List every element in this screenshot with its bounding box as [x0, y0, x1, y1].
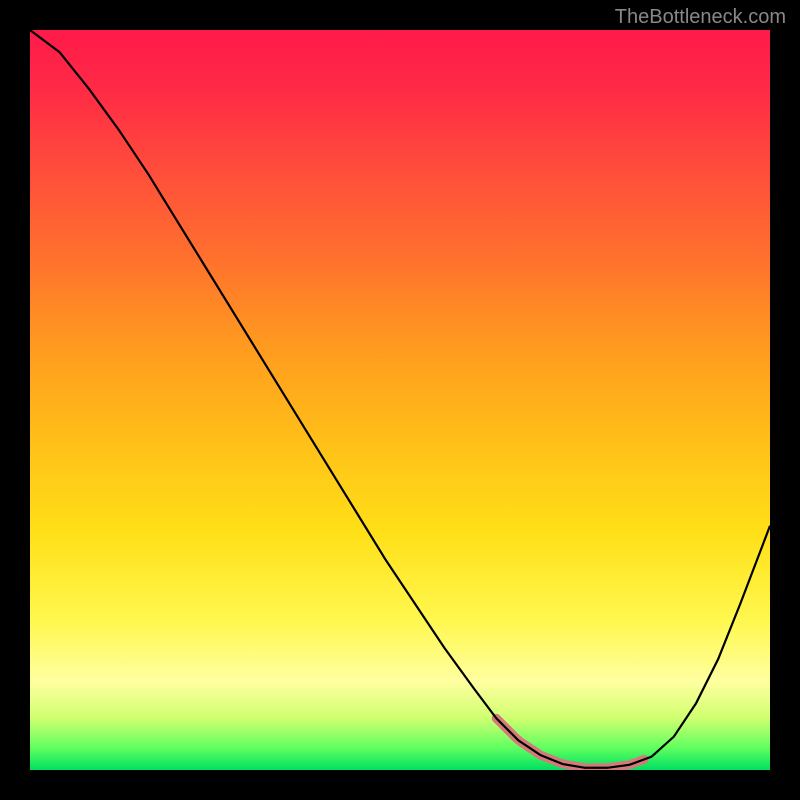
chart-container: TheBottleneck.com [0, 0, 800, 800]
bottleneck-curve [30, 30, 770, 768]
optimal-band [496, 718, 644, 768]
curve-svg [30, 30, 770, 770]
watermark-text: TheBottleneck.com [615, 6, 786, 29]
plot-area [30, 30, 770, 770]
